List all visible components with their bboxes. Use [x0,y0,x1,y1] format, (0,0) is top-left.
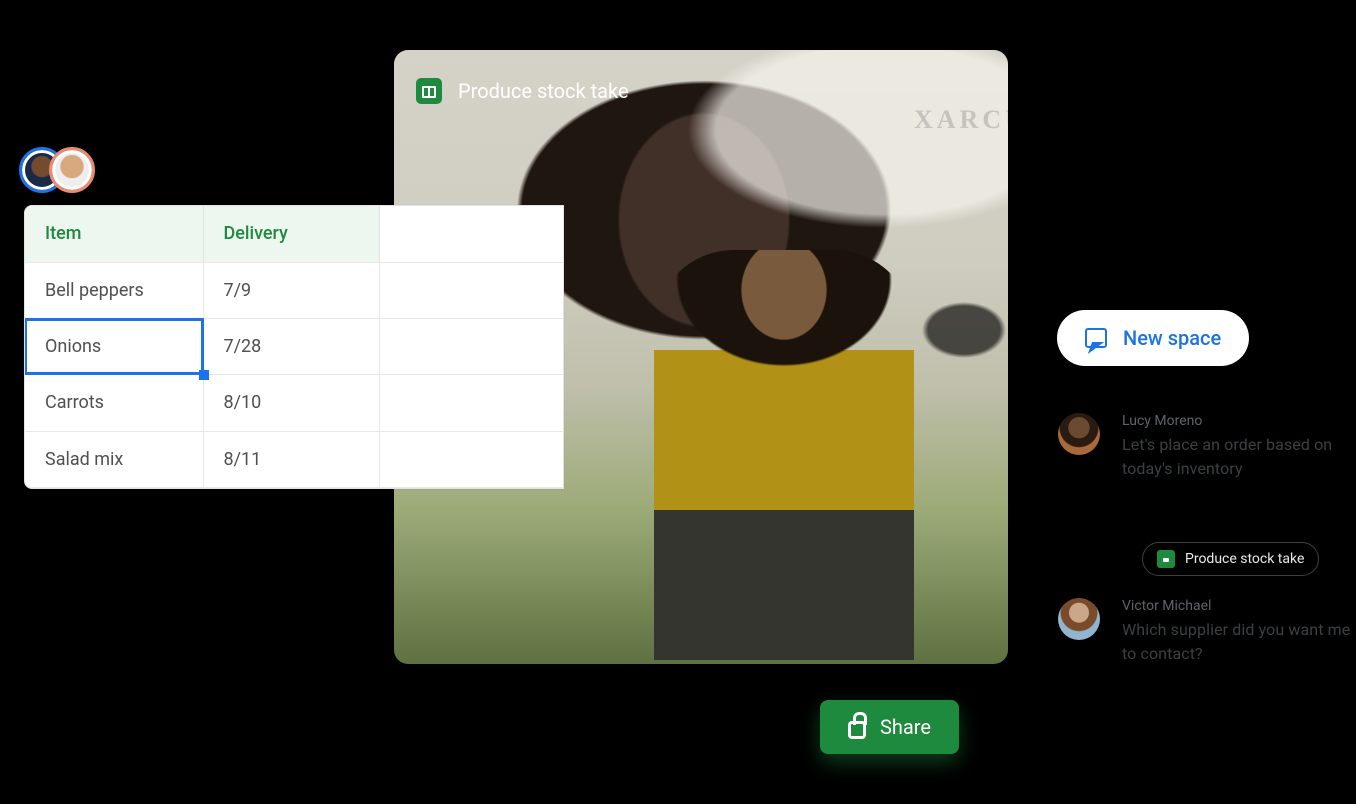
new-space-button[interactable]: New space [1057,310,1249,366]
cell-delivery[interactable]: 8/11 [203,431,379,487]
attachment-chip-label: Produce stock take [1185,551,1304,567]
message-text: Let's place an order based on today's in… [1122,433,1356,481]
message-author: Lucy Moreno [1122,413,1356,429]
attachment-chip[interactable]: Produce stock take [1142,542,1319,576]
chat-icon [1085,328,1107,348]
cell-item[interactable]: Bell peppers [25,262,203,318]
cell-item[interactable]: Salad mix [25,431,203,487]
cell-delivery[interactable]: 7/9 [203,262,379,318]
new-space-label: New space [1123,326,1221,350]
table-row[interactable]: Carrots 8/10 [25,375,564,431]
sheets-icon [416,78,442,104]
collaborator-avatars [22,150,92,190]
document-title: Produce stock take [458,79,629,103]
avatar[interactable] [1058,598,1100,640]
chat-message: Victor Michael Which supplier did you wa… [1058,598,1356,666]
sheets-icon [1157,550,1175,568]
column-header-item[interactable]: Item [25,206,203,262]
cell-delivery[interactable]: 7/28 [203,318,379,374]
table-row[interactable]: Bell peppers 7/9 [25,262,564,318]
message-text: Which supplier did you want me to contac… [1122,618,1356,666]
background-store-sign: XARCUTE [914,105,1008,135]
person-illustration [654,250,914,660]
table-row[interactable]: Salad mix 8/11 [25,431,564,487]
cell-item-selected[interactable]: Onions [25,318,203,374]
share-button-label: Share [880,715,931,739]
document-title-row: Produce stock take [416,78,629,104]
table-row[interactable]: Onions 7/28 [25,318,564,374]
message-author: Victor Michael [1122,598,1356,614]
avatar[interactable] [52,150,92,190]
chat-message: Lucy Moreno Let's place an order based o… [1058,413,1356,481]
lock-icon [848,721,866,739]
avatar[interactable] [1058,413,1100,455]
column-header-delivery[interactable]: Delivery [203,206,379,262]
spreadsheet-view[interactable]: Item Delivery Bell peppers 7/9 Onions 7/… [24,205,564,489]
share-button[interactable]: Share [820,700,959,754]
cell-delivery[interactable]: 8/10 [203,375,379,431]
cell-item[interactable]: Carrots [25,375,203,431]
